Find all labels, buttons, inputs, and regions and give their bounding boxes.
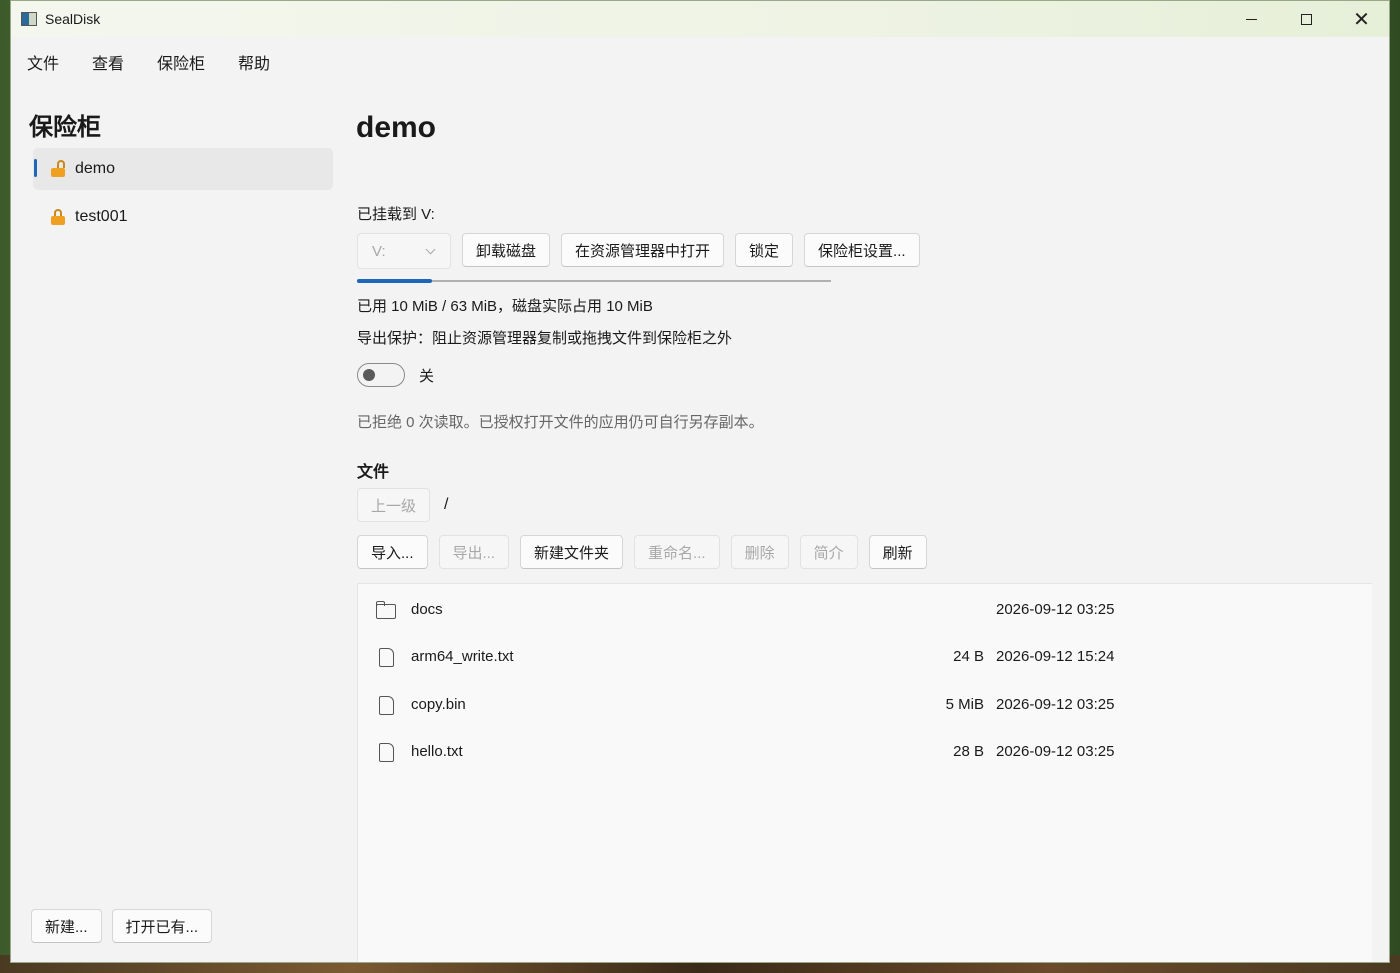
new-folder-button[interactable]: 新建文件夹: [520, 535, 624, 569]
lock-icon: [51, 209, 65, 225]
selection-indicator: [34, 159, 37, 177]
open-vault-button[interactable]: 打开已有...: [111, 909, 213, 943]
usage-bar: [357, 279, 831, 283]
app-icon: [21, 12, 37, 26]
vault-name: demo: [75, 160, 116, 177]
window-title: SealDisk: [45, 11, 101, 27]
minimize-button[interactable]: [1224, 1, 1279, 37]
vault-settings-button[interactable]: 保险柜设置...: [804, 233, 920, 267]
import-button[interactable]: 导入...: [357, 535, 428, 569]
sidebar-item-test001[interactable]: test001: [33, 196, 333, 238]
new-vault-button[interactable]: 新建...: [31, 909, 102, 943]
maximize-button[interactable]: [1279, 1, 1334, 37]
file-date: 2026-09-12 15:24: [996, 648, 1115, 665]
toggle-state-label: 关: [419, 367, 435, 385]
file-list[interactable]: docs 2026-09-12 03:25 arm64_write.txt 24…: [357, 583, 1373, 962]
delete-button[interactable]: 删除: [730, 535, 789, 569]
file-name: hello.txt: [411, 743, 463, 760]
export-button[interactable]: 导出...: [438, 535, 510, 569]
file-icon: [376, 695, 396, 715]
file-icon: [376, 742, 396, 762]
file-row-copy-bin[interactable]: copy.bin 5 MiB 2026-09-12 03:25: [358, 681, 1373, 728]
file-name: arm64_write.txt: [411, 648, 514, 665]
minimize-icon: [1246, 18, 1257, 20]
info-button[interactable]: 简介: [799, 535, 858, 569]
menu-view[interactable]: 查看: [92, 50, 141, 74]
maximize-icon: [1301, 13, 1312, 25]
sidebar-actions: 新建... 打开已有...: [31, 909, 213, 943]
chevron-down-icon: [425, 244, 436, 254]
file-date: 2026-09-12 03:25: [996, 743, 1115, 760]
window-controls: ✕: [1224, 1, 1389, 37]
file-date: 2026-09-12 03:25: [996, 696, 1115, 713]
open-in-explorer-button[interactable]: 在资源管理器中打开: [561, 233, 725, 267]
usage-text: 已用 10 MiB / 63 MiB，磁盘实际占用 10 MiB: [357, 298, 653, 315]
drive-letter-value: V:: [372, 242, 386, 260]
file-name: docs: [411, 601, 443, 618]
file-row-arm64-write[interactable]: arm64_write.txt 24 B 2026-09-12 15:24: [358, 633, 1373, 680]
export-protection-row: 关: [357, 363, 434, 387]
drive-actions: V: 卸载磁盘 在资源管理器中打开 锁定 保险柜设置...: [357, 233, 920, 269]
files-heading: 文件: [357, 464, 390, 481]
file-name: copy.bin: [411, 696, 466, 713]
unlocked-icon: [51, 160, 65, 177]
app-window: SealDisk ✕ 文件 查看 保险柜 帮助 保险柜 demo test001…: [10, 0, 1390, 963]
file-toolbar: 导入... 导出... 新建文件夹 重命名... 删除 简介 刷新: [357, 535, 927, 569]
path-row: 上一级 /: [357, 488, 448, 522]
lock-button[interactable]: 锁定: [735, 233, 794, 267]
close-icon: ✕: [1353, 7, 1370, 31]
file-row-docs[interactable]: docs 2026-09-12 03:25: [358, 586, 1373, 633]
current-path: /: [444, 496, 449, 513]
file-size: 5 MiB: [945, 696, 984, 713]
page-title: demo: [356, 111, 437, 144]
vault-name: test001: [75, 208, 128, 225]
file-size: 24 B: [953, 648, 984, 665]
mounted-label: 已挂载到 V:: [357, 206, 435, 223]
sidebar: 保险柜 demo test001 新建... 打开已有...: [11, 87, 345, 962]
unmount-button[interactable]: 卸载磁盘: [462, 233, 551, 267]
file-icon: [376, 647, 396, 667]
up-level-button[interactable]: 上一级: [357, 488, 431, 522]
export-protection-toggle[interactable]: [357, 363, 405, 387]
menu-bar: 文件 查看 保险柜 帮助: [11, 37, 1389, 87]
menu-file[interactable]: 文件: [27, 50, 76, 74]
file-row-hello[interactable]: hello.txt 28 B 2026-09-12 03:25: [358, 728, 1373, 775]
title-bar[interactable]: SealDisk ✕: [11, 1, 1389, 37]
sidebar-title: 保险柜: [29, 114, 101, 141]
menu-help[interactable]: 帮助: [238, 50, 287, 74]
refresh-button[interactable]: 刷新: [868, 535, 927, 569]
main-panel: demo 已挂载到 V: V: 卸载磁盘 在资源管理器中打开 锁定 保险柜设置.…: [356, 87, 1389, 962]
drive-letter-select[interactable]: V:: [357, 233, 451, 269]
file-size: 28 B: [953, 743, 984, 760]
toggle-knob: [363, 369, 375, 381]
denied-reads-text: 已拒绝 0 次读取。已授权打开文件的应用仍可自行另存副本。: [357, 414, 764, 431]
usage-bar-fill: [357, 279, 433, 283]
rename-button[interactable]: 重命名...: [634, 535, 720, 569]
sidebar-item-demo[interactable]: demo: [33, 148, 333, 190]
export-protection-label: 导出保护：阻止资源管理器复制或拖拽文件到保险柜之外: [357, 330, 733, 347]
folder-icon: [376, 600, 396, 619]
file-date: 2026-09-12 03:25: [996, 601, 1115, 618]
close-button[interactable]: ✕: [1334, 1, 1389, 37]
menu-vault[interactable]: 保险柜: [157, 50, 222, 74]
